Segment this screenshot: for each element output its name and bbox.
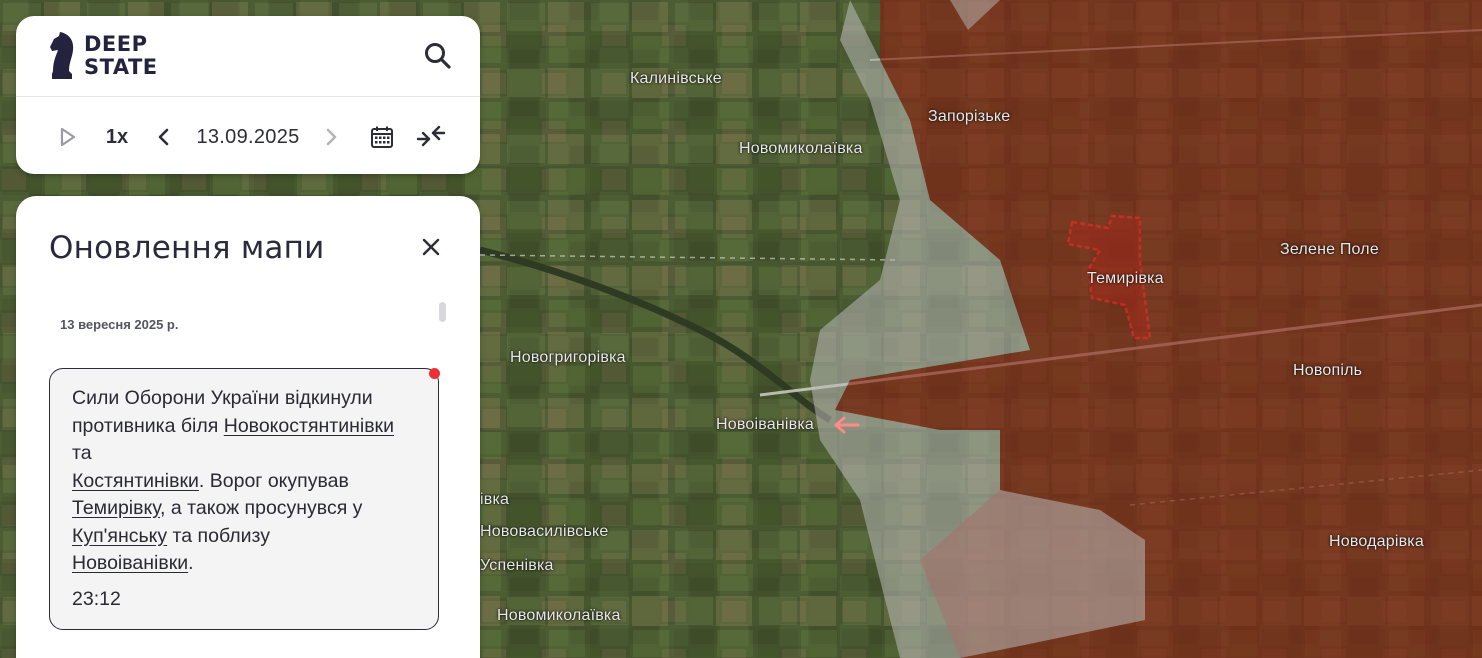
current-date[interactable]: 13.09.2025 [192, 122, 304, 152]
logo-text: DEEP STATE [84, 32, 158, 79]
scrollbar-thumb[interactable] [439, 302, 446, 322]
settlement-link[interactable]: Новокостянтинівки [224, 415, 394, 437]
collapse-arrows-icon [416, 125, 446, 147]
timeline-controls: 1x 13.09.2025 [16, 98, 480, 174]
close-icon [422, 238, 440, 256]
calendar-button[interactable] [368, 122, 396, 152]
settlement-label: івка [480, 491, 510, 508]
settlement-link[interactable]: Темирівку [72, 497, 160, 519]
settlement-label: Темирівка [1087, 270, 1164, 287]
chevron-right-icon [326, 128, 337, 146]
logo[interactable]: DEEP STATE [48, 30, 158, 82]
update-time: 23:12 [72, 587, 121, 610]
chevron-left-icon [158, 128, 169, 146]
date-heading: 13 вересня 2025 р. [60, 317, 179, 332]
settlement-label: Запорізьке [928, 108, 1011, 125]
settlement-link[interactable]: Новоіванівки [72, 552, 188, 574]
search-button[interactable] [422, 40, 454, 72]
settlement-label: Новомиколаївка [497, 607, 621, 624]
prev-date-button[interactable] [153, 122, 175, 152]
settlement-label: Новогригорівка [510, 349, 626, 366]
settlement-link[interactable]: Костянтинівки [72, 470, 199, 492]
play-icon [60, 127, 76, 147]
compare-button[interactable] [414, 122, 448, 152]
settlement-link[interactable]: Куп'янську [72, 525, 167, 547]
search-icon [425, 43, 451, 69]
unread-indicator [429, 368, 440, 379]
settlement-label: Успенівка [480, 557, 554, 574]
settlement-label: Нововасилівське [480, 523, 609, 540]
settlement-label: Новопіль [1293, 362, 1363, 379]
calendar-icon [371, 126, 393, 148]
settlement-label: Новодарівка [1329, 533, 1424, 550]
update-text: Сили Оборони України відкинули противник… [72, 387, 394, 574]
header: DEEP STATE [16, 16, 480, 97]
settlement-label: Зелене Поле [1280, 241, 1379, 258]
next-date-button[interactable] [320, 122, 342, 152]
top-panel: DEEP STATE 1x 13.09.2025 [16, 16, 480, 174]
map-updates-panel: Оновлення мапи 13 вересня 2025 р. Сили О… [16, 196, 480, 658]
update-card[interactable]: Сили Оборони України відкинули противник… [49, 368, 440, 630]
settlement-label: Новомиколаївка [739, 140, 863, 157]
settlement-label: Калинівське [630, 70, 722, 87]
panel-title: Оновлення мапи [49, 230, 325, 266]
play-button[interactable] [54, 122, 80, 152]
settlement-label: Новоіванівка [716, 416, 814, 433]
speed-toggle[interactable]: 1x [102, 122, 132, 152]
knight-chess-icon [50, 32, 74, 79]
close-button[interactable] [418, 234, 444, 260]
